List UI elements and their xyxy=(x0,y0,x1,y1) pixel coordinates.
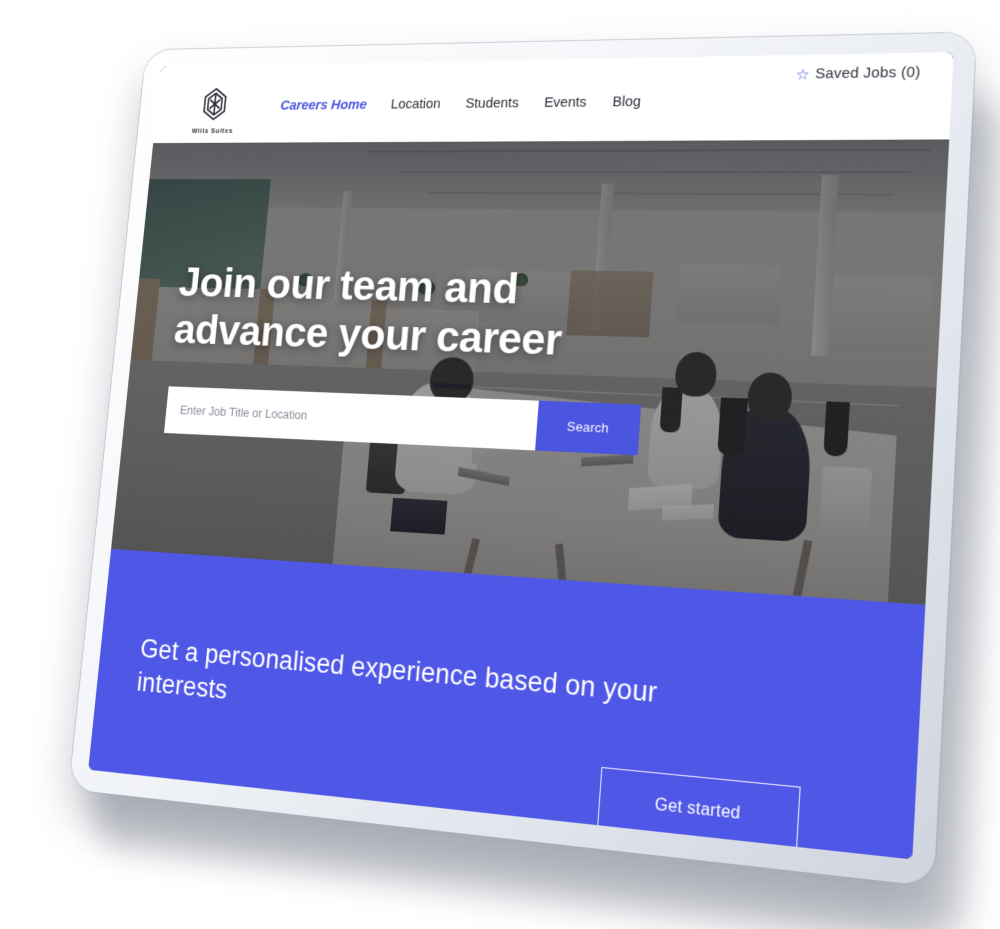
mockup-stage: ☆ Saved Jobs (0) Wills Suites Careers Ho… xyxy=(0,0,1000,929)
nav-item-students[interactable]: Students xyxy=(465,96,519,112)
nav-item-events[interactable]: Events xyxy=(544,95,587,111)
cta-headline: Get a personalised experience based on y… xyxy=(135,633,659,709)
tablet-device: ☆ Saved Jobs (0) Wills Suites Careers Ho… xyxy=(68,32,977,887)
primary-nav: Careers Home Location Students Events Bl… xyxy=(280,94,642,113)
tablet-screen: ☆ Saved Jobs (0) Wills Suites Careers Ho… xyxy=(88,52,954,860)
saved-jobs-label: Saved Jobs (0) xyxy=(814,64,921,83)
tablet-bezel: ☆ Saved Jobs (0) Wills Suites Careers Ho… xyxy=(68,32,977,887)
brand-logo[interactable]: Wills Suites xyxy=(176,87,253,135)
diamond-lattice-logo-icon xyxy=(201,87,230,121)
site-navbar: ☆ Saved Jobs (0) Wills Suites Careers Ho… xyxy=(153,52,954,144)
hero-title: Join our team and advance your career xyxy=(172,258,564,365)
nav-item-blog[interactable]: Blog xyxy=(612,94,641,110)
hero-content: Join our team and advance your career Se… xyxy=(164,258,699,457)
nav-item-careers-home[interactable]: Careers Home xyxy=(280,98,368,114)
nav-item-location[interactable]: Location xyxy=(390,97,441,112)
search-button[interactable]: Search xyxy=(535,400,642,455)
brand-wordmark: Wills Suites xyxy=(191,126,234,135)
star-icon: ☆ xyxy=(795,66,811,84)
get-started-button[interactable]: Get started xyxy=(596,766,801,855)
saved-jobs-link[interactable]: ☆ Saved Jobs (0) xyxy=(795,64,921,84)
hero-section: Join our team and advance your career Se… xyxy=(111,139,950,605)
